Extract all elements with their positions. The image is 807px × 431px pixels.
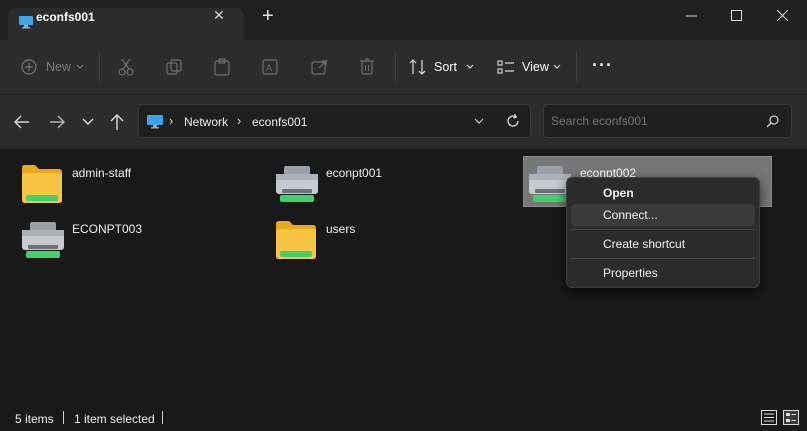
breadcrumb-network[interactable]: Network xyxy=(184,115,228,129)
toolbar-divider xyxy=(99,52,100,82)
new-plus-icon xyxy=(21,59,37,75)
menu-item-properties[interactable]: Properties xyxy=(571,262,755,284)
list-item[interactable]: users xyxy=(274,216,504,262)
back-arrow-icon[interactable] xyxy=(13,114,31,130)
list-item[interactable]: econpt001 xyxy=(274,160,504,206)
breadcrumb-econfs001[interactable]: econfs001 xyxy=(252,115,307,129)
rename-icon[interactable]: A xyxy=(262,58,280,76)
chevron-down-icon xyxy=(76,64,84,69)
cut-icon[interactable] xyxy=(118,58,134,76)
item-label: admin-staff xyxy=(72,166,132,180)
breadcrumb-chevron-icon: › xyxy=(169,113,174,128)
chevron-down-icon xyxy=(553,64,561,69)
network-monitor-icon xyxy=(147,115,163,129)
tab-close-button[interactable]: ✕ xyxy=(213,7,225,24)
up-arrow-icon[interactable] xyxy=(109,113,125,131)
menu-divider xyxy=(571,258,755,259)
menu-item-open[interactable]: Open xyxy=(571,182,755,204)
close-icon xyxy=(776,9,788,21)
paste-icon[interactable] xyxy=(214,58,230,76)
folder-icon xyxy=(276,221,316,259)
item-count: 5 items xyxy=(15,412,54,426)
minimize-button[interactable] xyxy=(669,0,713,30)
refresh-icon[interactable] xyxy=(505,113,521,129)
item-label: econpt001 xyxy=(326,166,383,180)
printer-icon xyxy=(22,222,64,258)
tab-title: econfs001 xyxy=(36,10,95,24)
svg-text:A: A xyxy=(266,64,273,74)
monitor-icon xyxy=(19,16,33,29)
menu-item-create-shortcut[interactable]: Create shortcut xyxy=(571,233,755,255)
chevron-down-icon xyxy=(466,64,474,69)
search-icon[interactable] xyxy=(766,115,779,128)
selection-count: 1 item selected xyxy=(74,412,155,426)
new-button[interactable]: New xyxy=(46,60,71,74)
list-item[interactable]: ECONPT003 xyxy=(20,216,250,262)
view-button[interactable]: View xyxy=(522,60,549,74)
share-icon[interactable] xyxy=(311,58,329,76)
sort-icon xyxy=(409,59,426,75)
new-tab-button[interactable]: + xyxy=(262,6,274,26)
more-options-button[interactable]: ··· xyxy=(592,55,613,76)
details-view-icon[interactable] xyxy=(761,410,777,425)
copy-icon[interactable] xyxy=(166,59,182,75)
status-divider xyxy=(162,411,163,424)
context-menu: Open Connect... Create shortcut Properti… xyxy=(566,177,760,288)
item-label: users xyxy=(326,222,356,236)
minimize-icon xyxy=(685,15,697,16)
sort-button[interactable]: Sort xyxy=(434,60,457,74)
toolbar-divider xyxy=(395,52,396,82)
folder-icon xyxy=(22,165,62,203)
tiles-view-icon[interactable] xyxy=(783,410,799,425)
search-input[interactable] xyxy=(551,112,751,130)
item-label: ECONPT003 xyxy=(72,222,143,236)
forward-arrow-icon[interactable] xyxy=(48,114,66,130)
recent-locations-chevron-icon[interactable] xyxy=(82,118,94,126)
close-window-button[interactable] xyxy=(760,0,804,30)
list-item[interactable]: admin-staff xyxy=(20,160,250,206)
view-icon xyxy=(497,60,514,74)
maximize-button[interactable] xyxy=(714,0,758,30)
printer-icon xyxy=(276,166,318,202)
menu-item-connect[interactable]: Connect... xyxy=(571,204,755,226)
address-dropdown-chevron-icon[interactable] xyxy=(474,118,484,125)
maximize-icon xyxy=(730,9,742,21)
menu-divider xyxy=(571,229,755,230)
status-divider xyxy=(63,411,64,424)
breadcrumb-chevron-icon: › xyxy=(237,113,242,128)
delete-icon[interactable] xyxy=(359,58,375,76)
toolbar-divider xyxy=(576,52,577,82)
